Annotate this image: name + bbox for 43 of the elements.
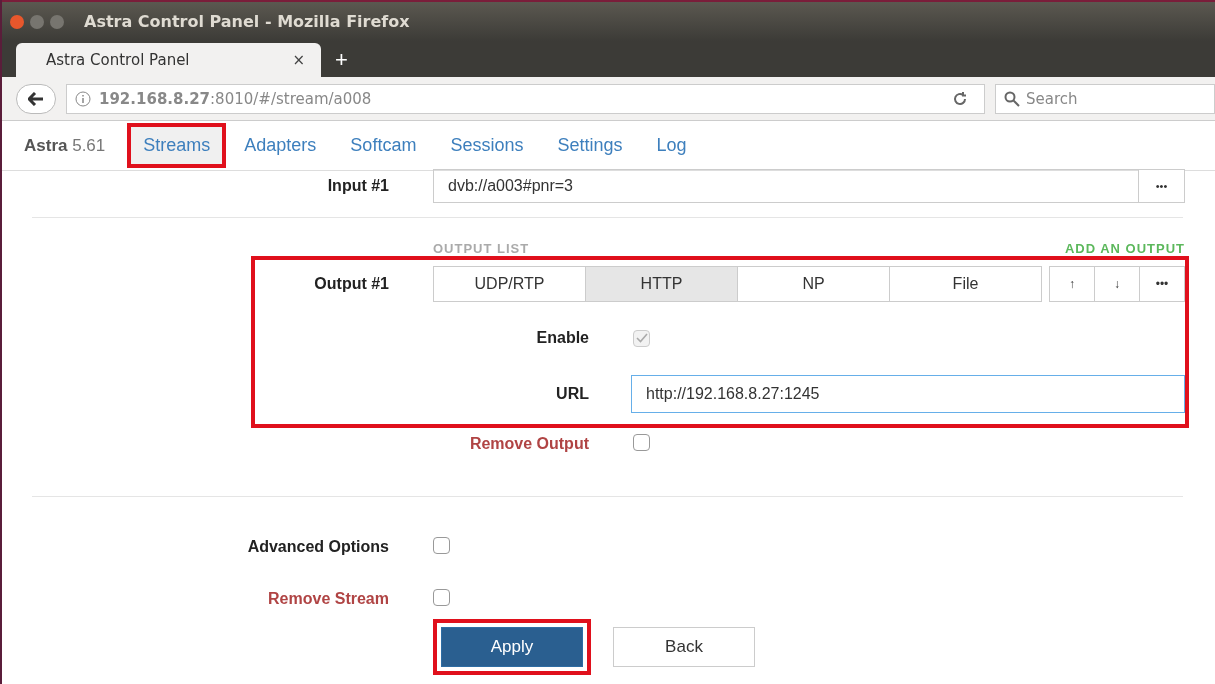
input-field[interactable]: dvb://a003#pnr=3 •••	[433, 169, 1185, 203]
output-action-button[interactable]: ↑	[1049, 266, 1095, 302]
minimize-icon[interactable]	[30, 14, 44, 29]
window-title: Astra Control Panel - Mozilla Firefox	[84, 12, 410, 31]
search-field[interactable]: Search	[995, 83, 1215, 114]
new-tab-button[interactable]: +	[335, 47, 348, 73]
back-button[interactable]: Back	[613, 627, 755, 667]
nav-link[interactable]: Sessions	[438, 127, 536, 164]
back-arrow-icon	[28, 91, 44, 106]
output-action-button[interactable]: •••	[1139, 266, 1185, 302]
more-button[interactable]: •••	[1138, 170, 1184, 202]
output-action-button[interactable]: ↓	[1094, 266, 1140, 302]
url-label: URL	[556, 385, 589, 403]
checkbox[interactable]	[433, 536, 450, 554]
output-label: Output #1	[314, 275, 389, 293]
reload-icon[interactable]	[952, 90, 968, 107]
tab-close-button[interactable]: ×	[292, 51, 305, 69]
app-brand: Astra 5.61	[24, 135, 106, 156]
nav-link[interactable]: Log	[644, 127, 699, 164]
browser-tab[interactable]: Astra Control Panel ×	[16, 43, 321, 77]
nav-link[interactable]: Settings	[545, 127, 635, 164]
maximize-icon[interactable]	[50, 14, 64, 29]
input-label: Input #1	[327, 177, 389, 195]
option-label: Remove Stream	[268, 590, 389, 608]
enable-label: Enable	[536, 329, 589, 347]
nav-link[interactable]: Softcam	[338, 127, 429, 164]
option-label: Advanced Options	[247, 538, 389, 556]
address-field[interactable]: 192.168.8.27:8010/#/stream/a008	[66, 83, 985, 114]
checkbox[interactable]	[633, 433, 650, 451]
output-type-tab[interactable]: HTTP	[586, 267, 738, 301]
section-heading: OUTPUT LIST	[433, 240, 530, 256]
checkbox[interactable]	[433, 588, 450, 606]
back-button[interactable]	[16, 83, 56, 114]
remove-output-label: Remove Output	[469, 435, 589, 453]
search-placeholder: Search	[1026, 89, 1078, 108]
apply-button[interactable]: Apply	[441, 627, 583, 667]
nav-link[interactable]: Adapters	[232, 127, 329, 164]
close-icon[interactable]	[10, 14, 24, 29]
url-field[interactable]: http://192.168.8.27:1245	[631, 375, 1185, 413]
search-icon	[1004, 90, 1020, 107]
url-text: 192.168.8.27:8010/#/stream/a008	[99, 89, 373, 108]
info-icon	[75, 90, 91, 107]
tab-title: Astra Control Panel	[46, 51, 190, 69]
